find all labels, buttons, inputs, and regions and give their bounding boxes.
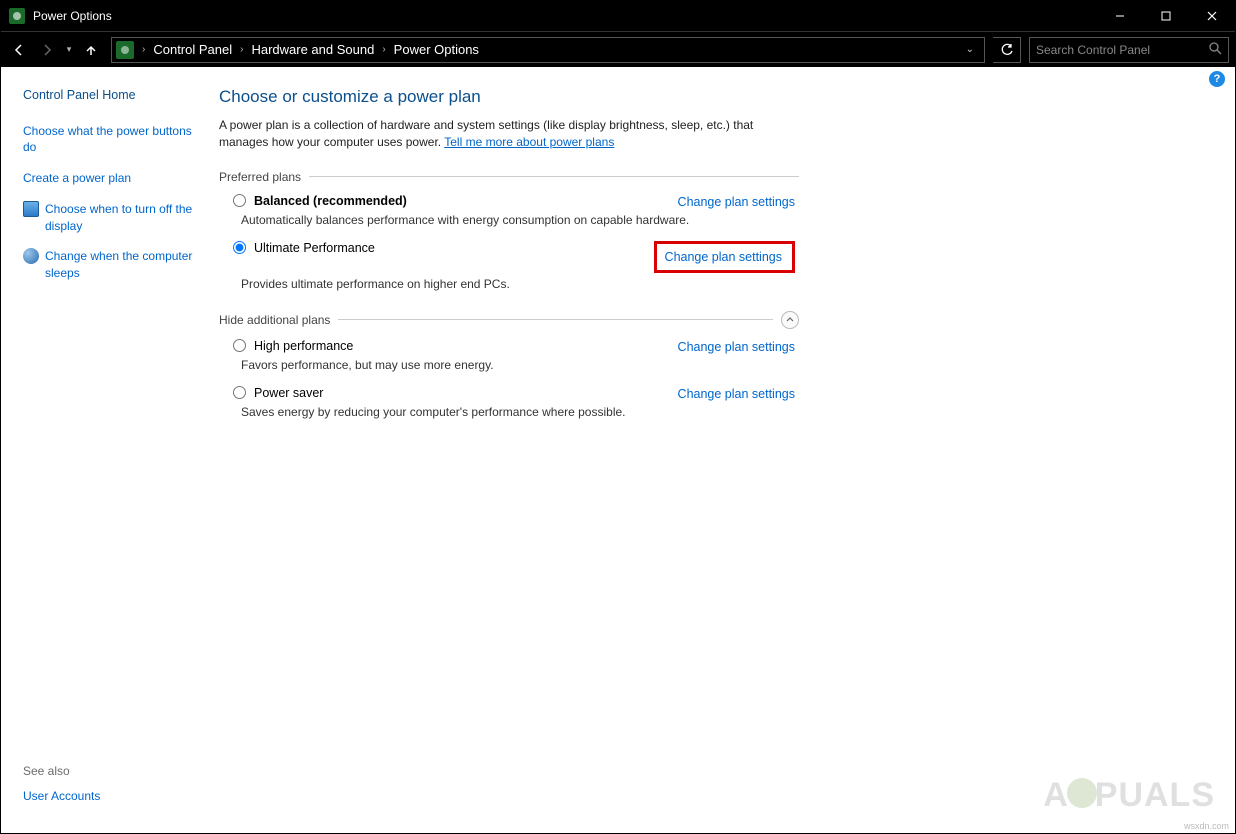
sidebar-seealso-link[interactable]: User Accounts bbox=[23, 788, 205, 805]
main: Choose or customize a power plan A power… bbox=[219, 67, 1235, 833]
intro-text: A power plan is a collection of hardware… bbox=[219, 117, 799, 152]
back-button[interactable] bbox=[7, 38, 31, 62]
watermark-pre: A bbox=[1043, 776, 1069, 814]
hide-additional-label[interactable]: Hide additional plans bbox=[219, 311, 799, 329]
divider bbox=[338, 319, 773, 320]
plan-name[interactable]: Ultimate Performance bbox=[254, 241, 375, 255]
up-button[interactable] bbox=[79, 38, 103, 62]
window-title: Power Options bbox=[33, 9, 1097, 23]
preferred-plans-text: Preferred plans bbox=[219, 170, 301, 184]
breadcrumb-item[interactable]: Control Panel bbox=[151, 42, 234, 57]
titlebar: Power Options bbox=[1, 1, 1235, 31]
preferred-plans-label: Preferred plans bbox=[219, 170, 799, 184]
forward-button[interactable] bbox=[35, 38, 59, 62]
plan-radio-highperf[interactable] bbox=[233, 339, 246, 352]
breadcrumb-item[interactable]: Power Options bbox=[392, 42, 481, 57]
plan-desc: Provides ultimate performance on higher … bbox=[219, 273, 799, 305]
breadcrumb-item[interactable]: Hardware and Sound bbox=[249, 42, 376, 57]
corner-credit: wsxdn.com bbox=[1184, 821, 1229, 831]
plan-name[interactable]: Power saver bbox=[254, 386, 323, 400]
app-icon bbox=[9, 8, 25, 24]
breadcrumb-icon bbox=[116, 41, 134, 59]
sidebar-link[interactable]: Choose when to turn off the display bbox=[45, 201, 205, 235]
toolbar: ▾ › Control Panel › Hardware and Sound ›… bbox=[1, 31, 1235, 67]
plan-radio-powersaver[interactable] bbox=[233, 386, 246, 399]
hide-additional-text: Hide additional plans bbox=[219, 313, 330, 327]
search-input[interactable] bbox=[1036, 43, 1209, 57]
watermark: A PUALS bbox=[1043, 776, 1215, 815]
change-plan-settings-link[interactable]: Change plan settings bbox=[678, 386, 795, 401]
history-dropdown-icon[interactable]: ▾ bbox=[63, 44, 75, 55]
chevron-right-icon: › bbox=[236, 44, 247, 55]
sidebar-home-link[interactable]: Control Panel Home bbox=[23, 87, 205, 105]
search-icon[interactable] bbox=[1209, 42, 1222, 58]
plan-row-highperf: High performance Change plan settings bbox=[219, 339, 799, 354]
breadcrumb[interactable]: › Control Panel › Hardware and Sound › P… bbox=[111, 37, 985, 63]
plan-desc: Saves energy by reducing your computer's… bbox=[219, 401, 799, 433]
close-button[interactable] bbox=[1189, 1, 1235, 31]
monitor-icon bbox=[23, 201, 39, 217]
minimize-button[interactable] bbox=[1097, 1, 1143, 31]
change-plan-settings-link[interactable]: Change plan settings bbox=[678, 339, 795, 354]
plan-radio-ultimate[interactable] bbox=[233, 241, 246, 254]
chevron-right-icon: › bbox=[138, 44, 149, 55]
divider bbox=[309, 176, 799, 177]
plan-radio-balanced[interactable] bbox=[233, 194, 246, 207]
search-box[interactable] bbox=[1029, 37, 1229, 63]
refresh-button[interactable] bbox=[993, 37, 1021, 63]
window-controls bbox=[1097, 1, 1235, 31]
maximize-button[interactable] bbox=[1143, 1, 1189, 31]
breadcrumb-dropdown-icon[interactable]: ⌄ bbox=[960, 44, 980, 55]
page-title: Choose or customize a power plan bbox=[219, 87, 799, 107]
plan-name[interactable]: High performance bbox=[254, 339, 353, 353]
plan-desc: Favors performance, but may use more ene… bbox=[219, 354, 799, 386]
see-also-label: See also bbox=[23, 764, 205, 778]
collapse-icon[interactable] bbox=[781, 311, 799, 329]
content: ? Control Panel Home Choose what the pow… bbox=[1, 67, 1235, 833]
plan-row-ultimate: Ultimate Performance Change plan setting… bbox=[219, 241, 799, 273]
intro-link[interactable]: Tell me more about power plans bbox=[444, 135, 614, 149]
sidebar: Control Panel Home Choose what the power… bbox=[1, 67, 219, 833]
plan-row-balanced: Balanced (recommended) Change plan setti… bbox=[219, 194, 799, 209]
change-plan-settings-link[interactable]: Change plan settings bbox=[665, 249, 782, 264]
sidebar-link[interactable]: Choose what the power buttons do bbox=[23, 123, 205, 157]
watermark-post: PUALS bbox=[1095, 776, 1215, 814]
plan-desc: Automatically balances performance with … bbox=[219, 209, 799, 241]
plan-row-powersaver: Power saver Change plan settings bbox=[219, 386, 799, 401]
highlight-box: Change plan settings bbox=[654, 241, 795, 273]
change-plan-settings-link[interactable]: Change plan settings bbox=[678, 194, 795, 209]
chevron-right-icon: › bbox=[378, 44, 389, 55]
watermark-head-icon bbox=[1067, 778, 1097, 808]
sidebar-link[interactable]: Create a power plan bbox=[23, 170, 205, 187]
plan-name[interactable]: Balanced (recommended) bbox=[254, 194, 407, 208]
globe-icon bbox=[23, 248, 39, 264]
sidebar-link[interactable]: Change when the computer sleeps bbox=[45, 248, 205, 282]
